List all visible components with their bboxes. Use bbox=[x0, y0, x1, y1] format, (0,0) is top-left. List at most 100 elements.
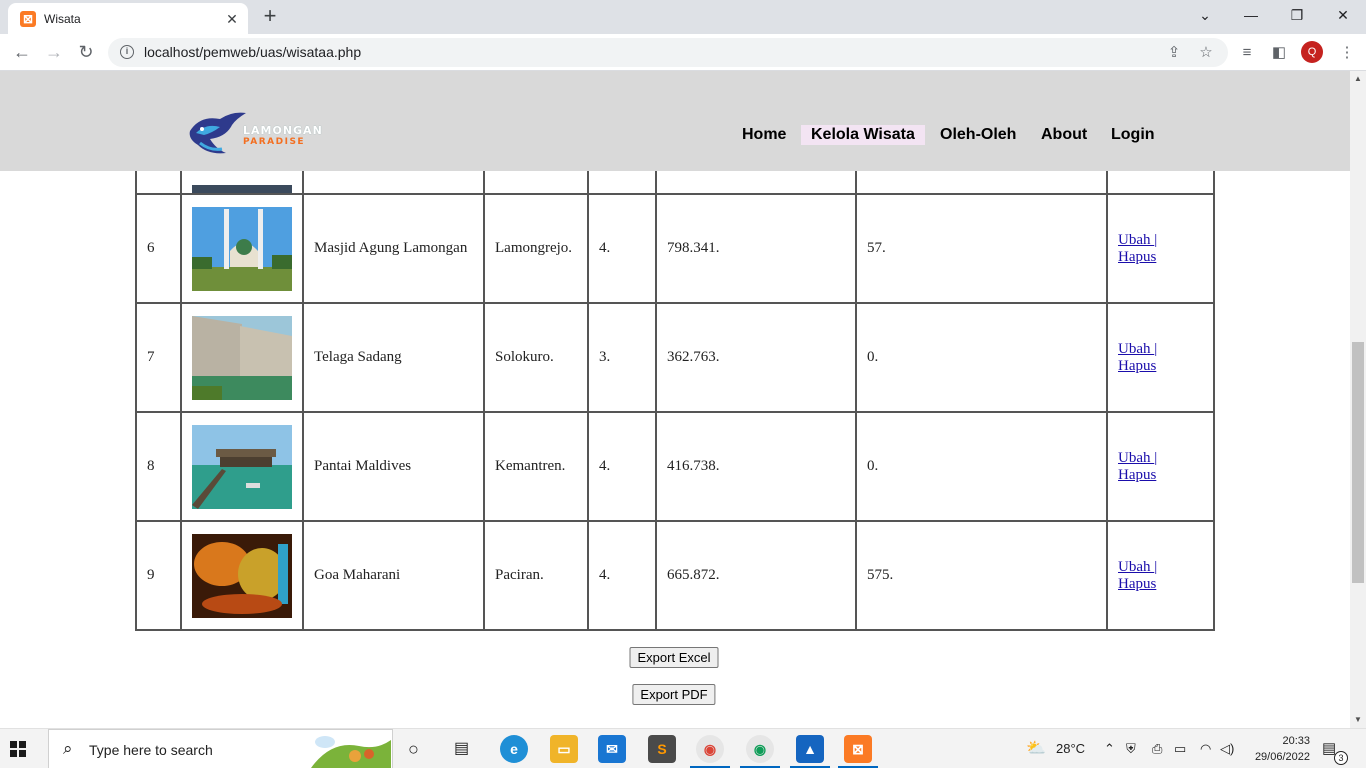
mail-icon[interactable]: ✉ bbox=[598, 735, 626, 763]
temperature-text[interactable]: 28°C bbox=[1056, 729, 1085, 768]
nav-about[interactable]: About bbox=[1031, 125, 1097, 145]
notification-icon[interactable]: ▤ bbox=[1322, 729, 1336, 768]
browser-toolbar: ← → ↻ i localhost/pemweb/uas/wisataa.php… bbox=[0, 34, 1366, 71]
task-view-icon[interactable]: ○ bbox=[408, 729, 419, 768]
reload-icon[interactable]: ↻ bbox=[72, 38, 100, 66]
vertical-scrollbar[interactable]: ▲ ▼ bbox=[1350, 71, 1366, 728]
telaga-thumbnail-image bbox=[192, 315, 292, 400]
masjid-thumbnail-image bbox=[192, 206, 292, 291]
chrome-profile-icon[interactable]: ◉ bbox=[746, 735, 774, 763]
file-explorer-icon[interactable]: ▭ bbox=[550, 735, 578, 763]
cell-rating: 4. bbox=[587, 411, 657, 522]
device-icon[interactable]: ⎙ bbox=[1152, 729, 1162, 768]
edit-link[interactable]: Ubah bbox=[1118, 450, 1154, 466]
cell-location: Solokuro. bbox=[483, 302, 589, 413]
export-excel-button[interactable]: Export Excel bbox=[629, 647, 719, 668]
browser-tab-bar: ⊠ Wisata ✕ + ⌄ — ❐ ✕ bbox=[0, 0, 1366, 34]
edge-browser-icon[interactable]: e bbox=[500, 735, 528, 763]
nav-oleh-oleh[interactable]: Oleh-Oleh bbox=[930, 125, 1026, 145]
cell-photo bbox=[180, 302, 304, 413]
export-pdf-button[interactable]: Export PDF bbox=[632, 684, 716, 705]
cell-visitors: 362.763. bbox=[655, 302, 857, 413]
cell-extra: 57. bbox=[855, 193, 1108, 304]
restore-button[interactable]: ❐ bbox=[1274, 0, 1320, 30]
back-icon[interactable]: ← bbox=[8, 38, 36, 66]
weather-icon[interactable]: ⛅ bbox=[1026, 729, 1046, 768]
new-tab-button[interactable]: + bbox=[258, 4, 282, 28]
table-row: 6 Masjid Agung Lamongan Lamongrejo. 4. 7… bbox=[135, 193, 1215, 304]
thumbnail-image bbox=[192, 185, 292, 193]
cell-name: Goa Maharani bbox=[302, 520, 485, 631]
site-info-icon[interactable]: i bbox=[120, 45, 134, 59]
taskbar-search-box[interactable]: ⌕ Type here to search bbox=[48, 729, 393, 768]
xampp-icon[interactable]: ⊠ bbox=[844, 735, 872, 763]
cell-visitors: 416.738. bbox=[655, 411, 857, 522]
cell-extra: 575. bbox=[855, 520, 1108, 631]
cell-extra: 0. bbox=[855, 411, 1108, 522]
security-icon[interactable]: ⛨ bbox=[1126, 729, 1136, 768]
cell-extra: 0. bbox=[855, 302, 1108, 413]
cell-rating: 4. bbox=[587, 193, 657, 304]
edit-link[interactable]: Ubah bbox=[1118, 341, 1154, 357]
edit-link[interactable]: Ubah bbox=[1118, 559, 1154, 575]
cell-photo bbox=[180, 520, 304, 631]
share-icon[interactable]: ⇪ bbox=[1164, 43, 1184, 63]
nav-login[interactable]: Login bbox=[1101, 125, 1165, 145]
cell-actions: Ubah | Hapus bbox=[1106, 193, 1215, 304]
cell-no: 7 bbox=[135, 302, 182, 413]
media-control-icon[interactable]: ≡ bbox=[1236, 42, 1258, 64]
delete-link[interactable]: Hapus bbox=[1118, 576, 1156, 592]
delete-link[interactable]: Hapus bbox=[1118, 249, 1156, 265]
site-header: LAMONGAN PARADISE Home Kelola Wisata Ole… bbox=[0, 71, 1350, 171]
wifi-icon[interactable]: ◠ bbox=[1200, 729, 1211, 768]
cell-rating: 3. bbox=[587, 302, 657, 413]
scroll-up-arrow-icon[interactable]: ▲ bbox=[1350, 71, 1366, 87]
goa-thumbnail-image bbox=[192, 533, 292, 618]
bookmark-star-icon[interactable]: ☆ bbox=[1196, 43, 1216, 63]
photos-icon[interactable]: ▲ bbox=[796, 735, 824, 763]
nav-kelola-wisata[interactable]: Kelola Wisata bbox=[801, 125, 925, 145]
cell-visitors: 798.341. bbox=[655, 193, 857, 304]
table-row: 7 Telaga Sadang Solokuro. 3. 362.763. 0.… bbox=[135, 302, 1215, 413]
cell-actions: Ubah | Hapus bbox=[1106, 411, 1215, 522]
widgets-icon[interactable]: ▤ bbox=[454, 729, 469, 768]
tray-chevron-icon[interactable]: ⌃ bbox=[1104, 729, 1115, 768]
system-clock[interactable]: 20:33 29/06/2022 bbox=[1250, 733, 1310, 765]
logo-line2: PARADISE bbox=[243, 137, 306, 147]
lamongan-paradise-logo[interactable]: LAMONGAN PARADISE bbox=[186, 109, 326, 159]
edit-link[interactable]: Ubah bbox=[1118, 232, 1154, 248]
forward-icon[interactable]: → bbox=[40, 38, 68, 66]
cell-location: Kemantren. bbox=[483, 411, 589, 522]
windows-start-icon[interactable] bbox=[10, 741, 26, 757]
cell-photo bbox=[180, 411, 304, 522]
battery-icon[interactable]: ▭ bbox=[1174, 729, 1186, 768]
cell-no: 8 bbox=[135, 411, 182, 522]
minimize-button[interactable]: — bbox=[1228, 0, 1274, 30]
sublime-text-icon[interactable]: S bbox=[648, 735, 676, 763]
side-panel-icon[interactable]: ◧ bbox=[1268, 42, 1290, 64]
delete-link[interactable]: Hapus bbox=[1118, 358, 1156, 374]
scroll-down-arrow-icon[interactable]: ▼ bbox=[1350, 712, 1366, 728]
search-placeholder: Type here to search bbox=[89, 742, 213, 758]
cell-visitors: 665.872. bbox=[655, 520, 857, 631]
logo-line1: LAMONGAN bbox=[243, 124, 323, 137]
delete-link[interactable]: Hapus bbox=[1118, 467, 1156, 483]
cell-name: Pantai Maldives bbox=[302, 411, 485, 522]
tab-search-icon[interactable]: ⌄ bbox=[1182, 0, 1228, 30]
address-bar[interactable]: i localhost/pemweb/uas/wisataa.php ⇪ ☆ bbox=[108, 38, 1228, 67]
cell-name: Masjid Agung Lamongan bbox=[302, 193, 485, 304]
close-tab-icon[interactable]: ✕ bbox=[222, 9, 242, 29]
cell-name: Telaga Sadang bbox=[302, 302, 485, 413]
tab-title: Wisata bbox=[44, 12, 81, 26]
volume-icon[interactable]: ◁) bbox=[1220, 729, 1234, 768]
chrome-icon[interactable]: ◉ bbox=[696, 735, 724, 763]
table-row: 9 Goa Maharani Paciran. 4. 665.872. 575.… bbox=[135, 520, 1215, 631]
scrollbar-thumb[interactable] bbox=[1352, 342, 1364, 583]
clock-date: 29/06/2022 bbox=[1254, 751, 1310, 763]
profile-avatar[interactable]: Q bbox=[1301, 41, 1323, 63]
nav-home[interactable]: Home bbox=[732, 125, 796, 145]
close-window-button[interactable]: ✕ bbox=[1320, 0, 1366, 30]
menu-kebab-icon[interactable]: ⋮ bbox=[1336, 42, 1358, 64]
url-text[interactable]: localhost/pemweb/uas/wisataa.php bbox=[144, 44, 361, 60]
browser-tab[interactable]: ⊠ Wisata ✕ bbox=[8, 3, 248, 34]
